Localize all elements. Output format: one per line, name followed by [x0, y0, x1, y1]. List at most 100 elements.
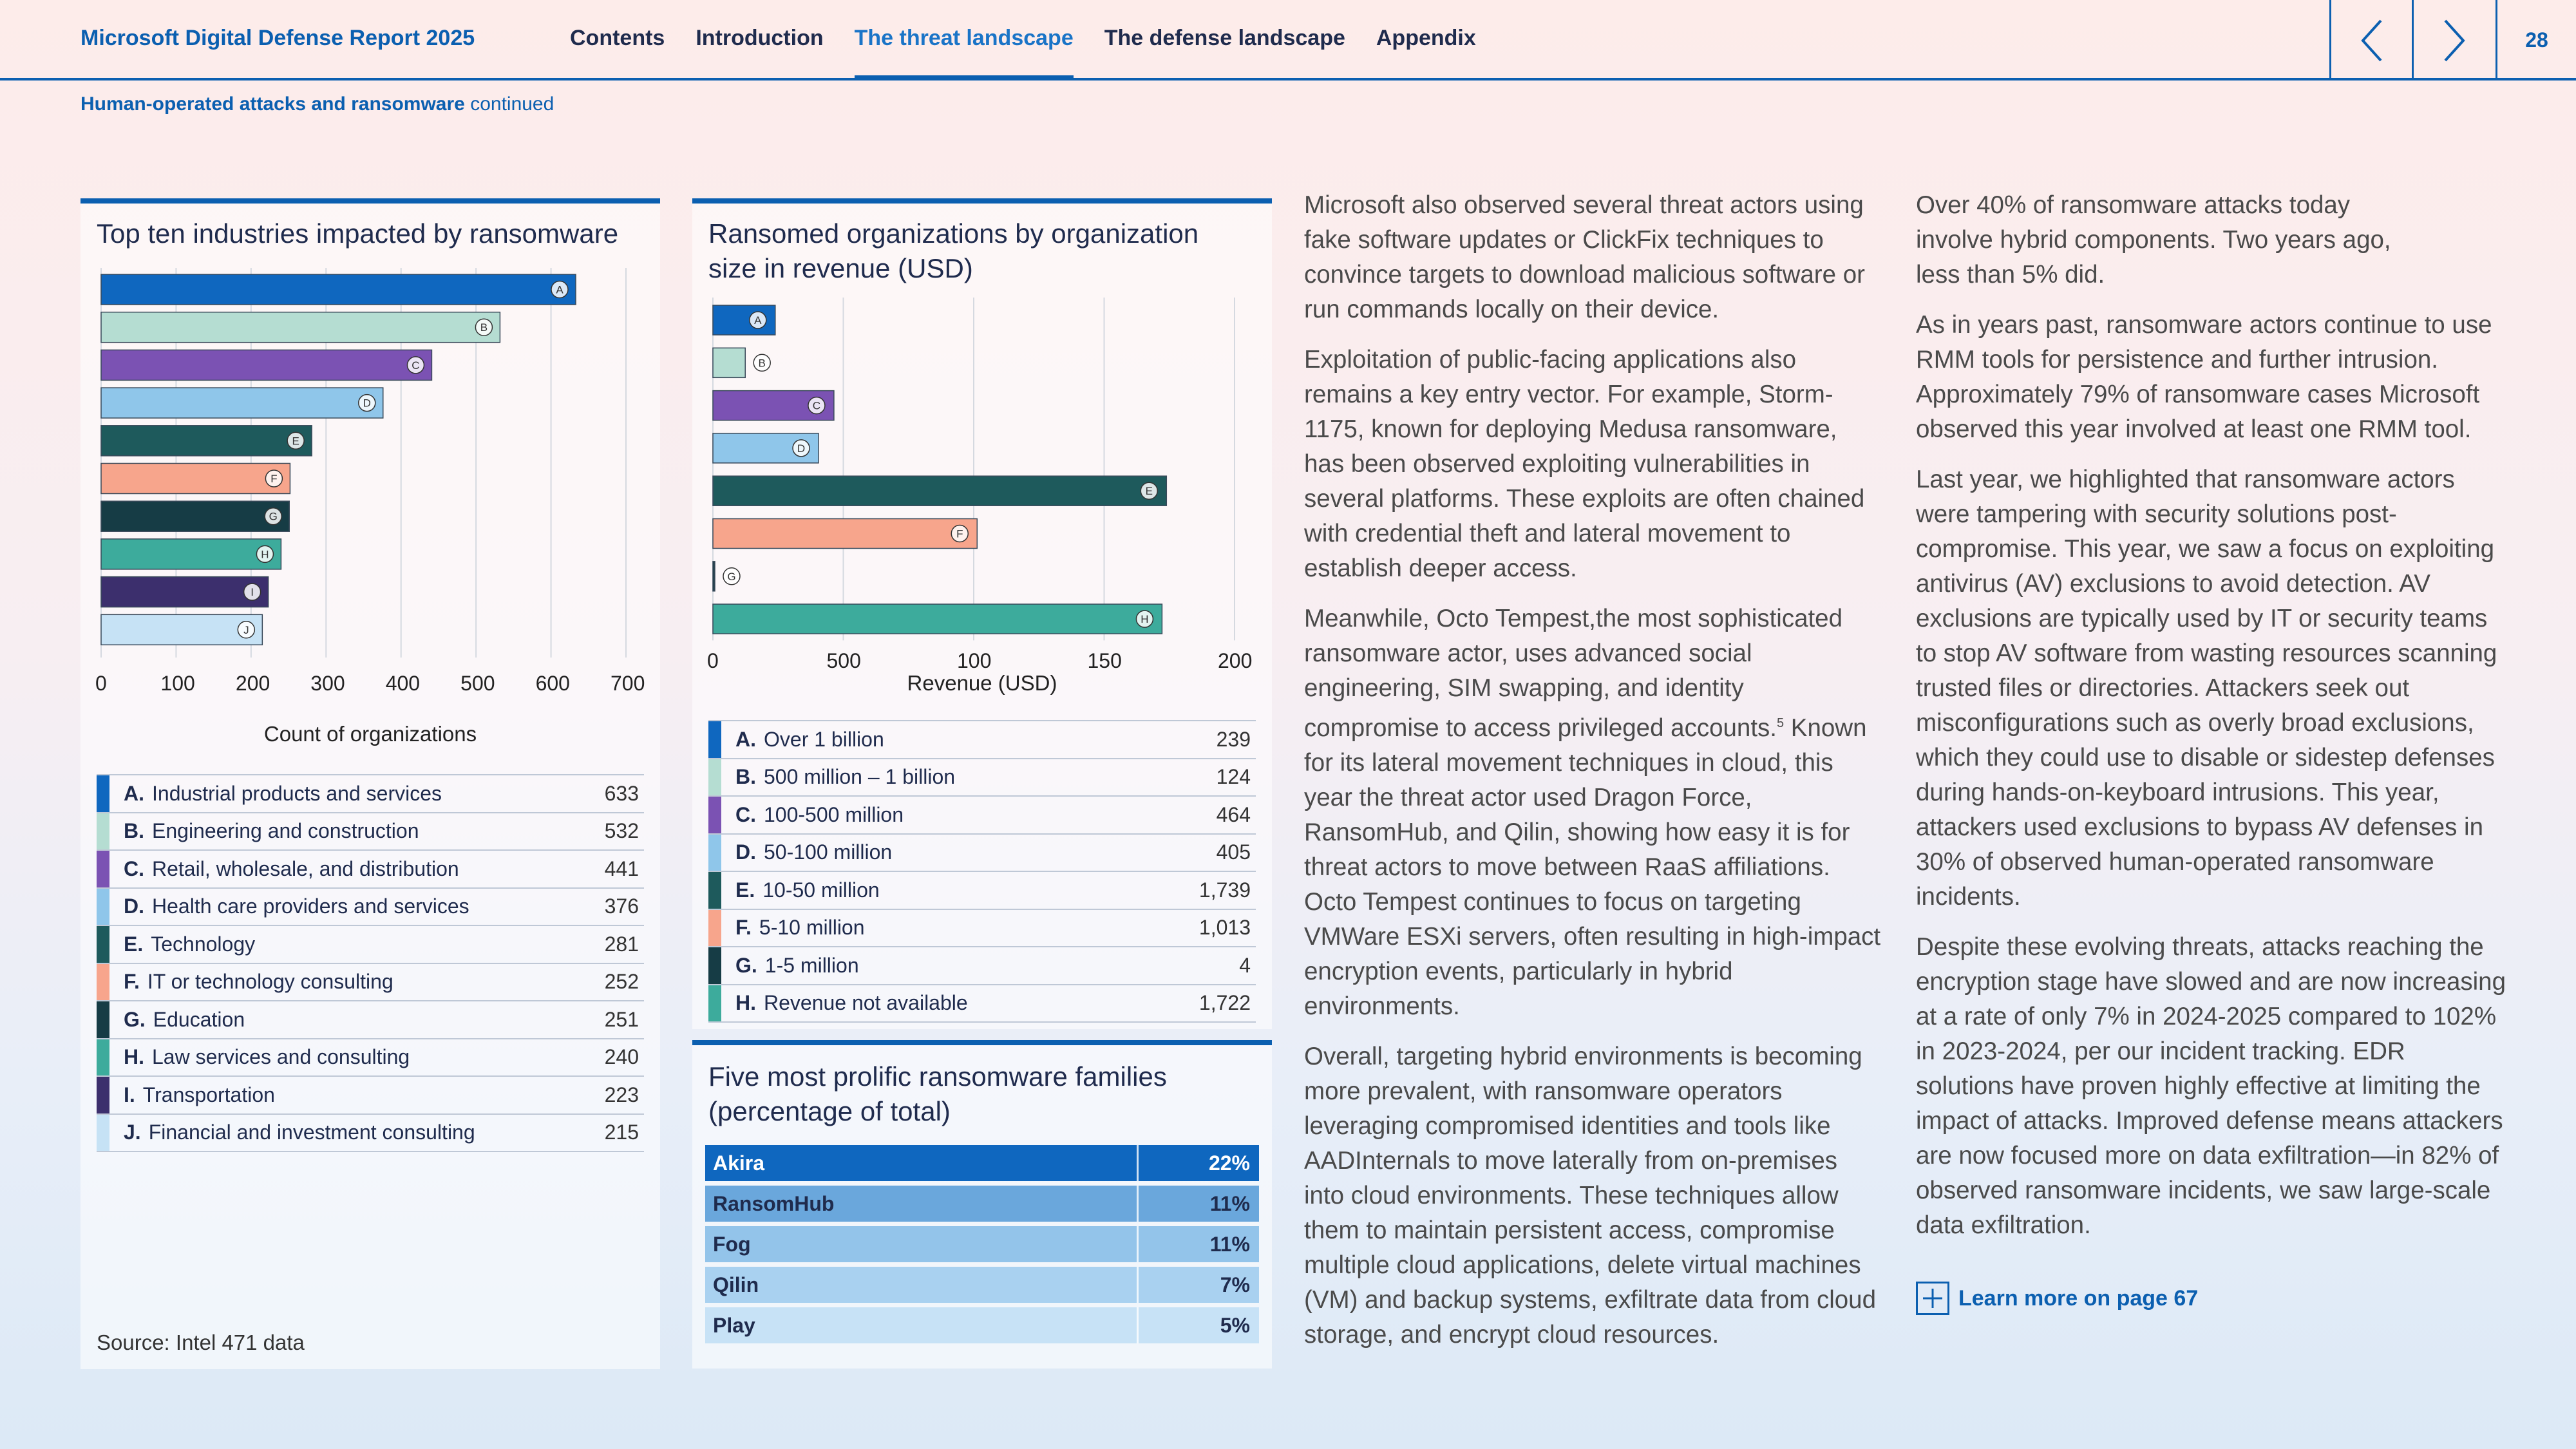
families-title: Five most prolific ransomware families (…: [708, 1059, 1167, 1129]
legend-label: 50-100 million: [764, 840, 893, 864]
report-title[interactable]: Microsoft Digital Defense Report 2025: [80, 26, 475, 51]
family-name: Akira: [713, 1151, 765, 1175]
legend-letter: E.: [124, 932, 144, 956]
legend-letter: H.: [124, 1045, 144, 1069]
x-tick: 100: [160, 672, 195, 695]
paragraph: Overall, targeting hybrid environments i…: [1304, 1042, 1877, 1349]
legend-letter: I.: [124, 1083, 135, 1106]
previous-page-button[interactable]: [2329, 0, 2412, 80]
nav-appendix[interactable]: Appendix: [1376, 26, 1476, 80]
bar: [712, 518, 978, 549]
bar: [100, 425, 312, 457]
revenue-bar-chart: A B C D E F G H: [712, 298, 1235, 641]
family-name: RansomHub: [713, 1191, 835, 1215]
legend-letter: A.: [735, 727, 756, 751]
industries-legend-table: A. Industrial products and services 633 B. E…: [97, 774, 644, 1152]
nav-threat-landscape[interactable]: The threat landscape: [854, 26, 1074, 80]
bar-letter: A: [556, 284, 564, 296]
legend-value: 376: [604, 895, 639, 918]
legend-label: Transportation: [142, 1083, 275, 1106]
bar: [100, 387, 384, 419]
bar: [100, 500, 290, 532]
legend-row: I. Transportation 223: [97, 1077, 644, 1115]
legend-swatch: [97, 888, 109, 925]
bar-letter: A: [754, 314, 762, 327]
legend-swatch: [708, 872, 721, 909]
legend-label: Technology: [151, 932, 256, 956]
section-suffix: continued: [464, 93, 554, 115]
legend-value: 251: [604, 1007, 639, 1031]
legend-label: Retail, wholesale, and distribution: [152, 857, 459, 880]
legend-row: G. Education 251: [97, 1001, 644, 1039]
legend-row: B. 500 million – 1 billion 124: [708, 759, 1256, 797]
bar: [100, 538, 282, 570]
legend-row: C. 100-500 million 464: [708, 797, 1256, 835]
bar-letter: D: [797, 442, 805, 455]
legend-value: 1,722: [1198, 991, 1251, 1015]
nav-introduction[interactable]: Introduction: [696, 26, 823, 80]
legend-value: 441: [604, 857, 639, 880]
family-name: Qilin: [713, 1273, 759, 1296]
family-percentage: 22%: [1137, 1145, 1259, 1181]
industries-x-axis-label: Count of organizations: [263, 722, 477, 746]
legend-label: Health care providers and services: [152, 895, 469, 918]
legend-value: 405: [1216, 840, 1251, 864]
legend-swatch: [97, 813, 109, 849]
section-name: Human-operated attacks and ransomware: [80, 93, 465, 115]
legend-letter: F.: [735, 916, 752, 940]
legend-label: 100-500 million: [764, 802, 904, 826]
legend-value: 633: [604, 781, 639, 805]
bar: [712, 561, 715, 592]
legend-swatch: [708, 834, 721, 871]
footnote-reference[interactable]: 5: [1777, 716, 1784, 730]
bar: [100, 576, 269, 608]
legend-row: H. Revenue not available 1,722: [708, 985, 1256, 1023]
bar-letter: J: [243, 624, 249, 636]
legend-label: Over 1 billion: [764, 727, 884, 751]
legend-value: 240: [604, 1045, 639, 1069]
body-column-1: Microsoft also observed several threat a…: [1304, 188, 1884, 1368]
legend-value: 1,739: [1198, 878, 1251, 902]
x-tick: 100: [957, 649, 992, 673]
legend-swatch: [97, 963, 109, 1000]
legend-row: F. 5-10 million 1,013: [708, 909, 1256, 947]
paragraph-text: Known for its lateral movement technique…: [1304, 714, 1881, 1020]
x-tick: 0: [95, 672, 107, 695]
bar-letter: C: [813, 400, 820, 412]
families-title-line2: (percentage of total): [708, 1096, 951, 1126]
learn-more-link[interactable]: Learn more on page 67: [1916, 1282, 2198, 1315]
x-tick: 200: [1218, 649, 1253, 673]
bar: [712, 475, 1168, 506]
chevron-right-icon: [2444, 19, 2465, 61]
paragraph-text: Meanwhile, Octo Tempest,the most sophist…: [1304, 605, 1843, 742]
legend-letter: A.: [124, 781, 144, 805]
paragraph: Meanwhile, Octo Tempest,the most sophist…: [1304, 601, 1884, 1024]
paragraph: Over 40% of ransomware attacks today inv…: [1916, 191, 2391, 289]
legend-value: 4: [1239, 953, 1251, 977]
legend-value: 124: [1216, 765, 1251, 789]
family-row: Fog 11%: [705, 1226, 1259, 1262]
legend-label: Financial and investment consulting: [148, 1121, 475, 1144]
bar-letter: H: [261, 548, 269, 560]
bar-letter: B: [480, 321, 488, 334]
legend-row: F. IT or technology consulting 252: [97, 963, 644, 1001]
legend-label: Revenue not available: [764, 991, 968, 1015]
legend-row: H. Law services and consulting 240: [97, 1039, 644, 1077]
legend-row: D. Health care providers and services 376: [97, 888, 644, 926]
legend-row: A. Industrial products and services 633: [97, 775, 644, 813]
chevron-left-icon: [2360, 19, 2382, 61]
family-row: Play 5%: [705, 1307, 1259, 1343]
legend-letter: C.: [735, 802, 756, 826]
legend-swatch: [97, 851, 109, 887]
next-page-button[interactable]: [2412, 0, 2494, 80]
family-row: RansomHub 11%: [705, 1186, 1259, 1222]
legend-value: 281: [604, 932, 639, 956]
source-note: Source: Intel 471 data: [97, 1331, 305, 1354]
nav-defense-landscape[interactable]: The defense landscape: [1104, 26, 1345, 80]
body-column-2: Over 40% of ransomware attacks today inv…: [1916, 188, 2508, 1258]
nav-contents[interactable]: Contents: [570, 26, 665, 80]
legend-swatch: [97, 926, 109, 963]
legend-value: 1,013: [1198, 916, 1251, 940]
family-percentage: 7%: [1137, 1267, 1259, 1303]
x-tick: 400: [385, 672, 421, 695]
